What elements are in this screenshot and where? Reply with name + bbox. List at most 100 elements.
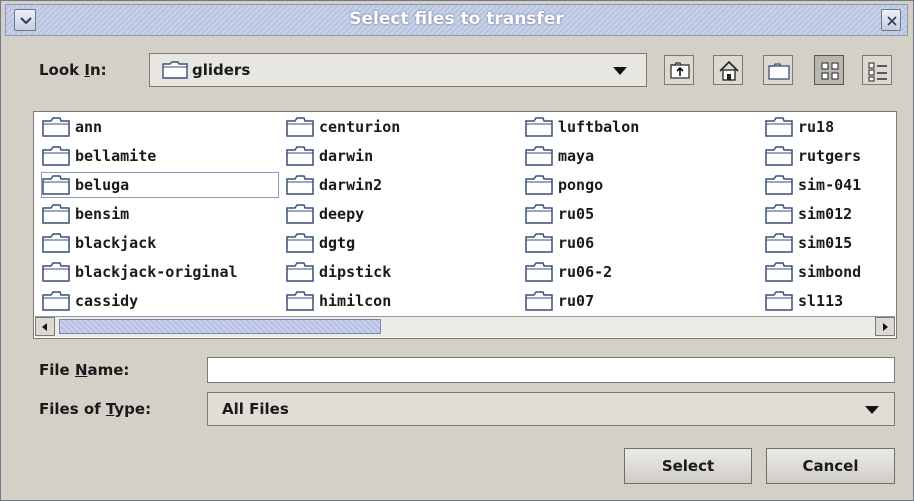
chevron-down-icon[interactable] [613,67,627,75]
file-list-item[interactable]: sim-041 [765,173,861,197]
folder-icon [286,175,314,195]
file-name: sim015 [798,234,853,252]
folder-icon [765,204,793,224]
folder-icon [286,262,314,282]
file-name: deepy [319,205,365,223]
folder-icon [42,233,70,253]
home-icon [719,60,739,81]
select-button[interactable]: Select [624,448,752,484]
file-list-item[interactable]: simbond [765,260,861,284]
file-list-item[interactable]: dgtg [286,231,355,255]
folder-icon [42,291,70,311]
file-list-item[interactable]: sim015 [765,231,852,255]
folder-icon [525,117,553,137]
file-name: ru06 [558,234,595,252]
home-button[interactable] [713,55,743,85]
new-folder-icon [768,63,790,80]
file-list-item[interactable]: ru18 [765,115,834,139]
file-name: darwin [319,147,374,165]
folder-icon [765,175,793,195]
up-one-level-button[interactable] [664,55,694,85]
file-list-item[interactable]: blackjack-original [42,260,238,284]
file-name: blackjack-original [75,263,238,281]
file-type-label: Files of Type: [39,400,152,418]
scroll-right-button[interactable] [875,317,895,336]
window-title: Select files to transfer [349,9,564,29]
folder-icon [525,146,553,166]
file-name: pongo [558,176,604,194]
file-name: sl113 [798,292,844,310]
close-button[interactable] [881,9,901,31]
folder-icon [286,233,314,253]
title-bar[interactable]: Select files to transfer [5,4,908,36]
file-list[interactable]: sl113 simbond sim015 sim012 sim-041 rutgers ru… [33,111,897,339]
file-list-item[interactable]: beluga [41,172,279,198]
list-view-button[interactable] [814,55,844,85]
file-name: cassidy [75,292,139,310]
folder-icon [525,233,553,253]
list-view-icon [821,62,839,80]
folder-icon [42,175,70,195]
file-list-item[interactable]: sl113 [765,289,843,313]
file-name: bensim [75,205,130,223]
details-view-icon [868,62,887,82]
file-name: himilcon [319,292,392,310]
file-list-item[interactable]: dipstick [286,260,391,284]
file-list-item[interactable]: ann [42,115,102,139]
file-list-item[interactable]: rutgers [765,144,861,168]
folder-icon [286,117,314,137]
file-list-item[interactable]: darwin2 [286,173,382,197]
file-chooser-dialog: Select files to transfer Look In: glider… [0,0,914,501]
file-name: ru18 [798,118,835,136]
horizontal-scrollbar[interactable] [35,316,895,337]
look-in-label: Look In: [39,61,107,79]
file-name: ann [75,118,103,136]
cancel-button[interactable]: Cancel [766,448,895,484]
file-list-item[interactable]: luftbalon [525,115,639,139]
file-list-item[interactable]: ru06-2 [525,260,612,284]
file-name: darwin2 [319,176,383,194]
arrow-left-icon [42,323,47,331]
folder-icon [525,262,553,282]
close-icon [887,16,897,26]
file-list-item[interactable]: darwin [286,144,373,168]
file-name: ru05 [558,205,595,223]
file-name: bellamite [75,147,157,165]
file-list-item[interactable]: ru06 [525,231,594,255]
file-name-field[interactable] [207,357,895,383]
file-name: blackjack [75,234,157,252]
file-name: simbond [798,263,862,281]
new-folder-button[interactable] [763,55,793,85]
folder-icon [42,204,70,224]
file-list-item[interactable]: bellamite [42,144,156,168]
file-name: beluga [75,176,130,194]
file-list-item[interactable]: maya [525,144,594,168]
file-list-item[interactable]: centurion [286,115,400,139]
file-name: rutgers [798,147,862,165]
folder-icon [42,262,70,282]
file-list-item[interactable]: sim012 [765,202,852,226]
file-name: ru07 [558,292,595,310]
file-list-item[interactable]: bensim [42,202,129,226]
file-type-combo[interactable]: All Files [207,392,895,426]
file-name: dipstick [319,263,392,281]
scroll-left-button[interactable] [35,317,55,336]
file-list-item[interactable]: himilcon [286,289,391,313]
folder-icon [286,204,314,224]
scrollbar-thumb[interactable] [59,319,381,334]
folder-icon [765,262,793,282]
file-list-item[interactable]: ru07 [525,289,594,313]
file-list-item[interactable]: ru05 [525,202,594,226]
file-list-item[interactable]: deepy [286,202,364,226]
folder-icon [525,204,553,224]
folder-icon [286,291,314,311]
chevron-down-icon[interactable] [865,406,879,414]
look-in-combo[interactable]: gliders [149,53,647,87]
file-name: ru06-2 [558,263,613,281]
details-view-button[interactable] [862,55,892,85]
folder-icon [765,117,793,137]
file-list-item[interactable]: blackjack [42,231,156,255]
file-list-item[interactable]: pongo [525,173,603,197]
look-in-value: gliders [192,61,251,79]
file-list-item[interactable]: cassidy [42,289,138,313]
